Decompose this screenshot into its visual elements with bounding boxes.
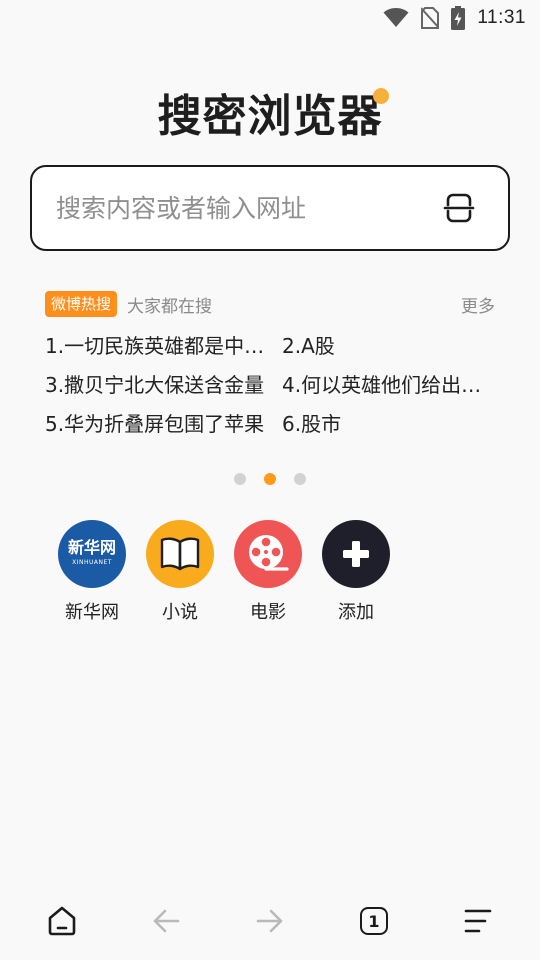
book-icon[interactable] (146, 520, 214, 588)
shortcut-movie[interactable]: 电影 (234, 520, 302, 624)
home-icon (48, 906, 76, 936)
hot-search-item[interactable]: 3.撒贝宁北大保送含金量 (45, 373, 282, 398)
tab-count: 1 (368, 911, 380, 931)
app-title: 搜密浏览器 (158, 80, 389, 144)
logo-dot-icon (372, 88, 389, 104)
plus-icon[interactable] (322, 520, 390, 588)
status-bar: 11:31 (0, 0, 540, 36)
hot-search-item[interactable]: 1.一切民族英雄都是中华民族的脊梁 (45, 334, 282, 359)
shortcut-grid: 新华网 XINHUANET 新华网 小说 电影 添加 (58, 520, 390, 624)
logo: 搜密浏览器 (0, 80, 540, 144)
status-time: 11:31 (477, 7, 526, 28)
no-sim-icon (421, 7, 440, 29)
shortcut-add[interactable]: 添加 (322, 520, 390, 624)
home-button[interactable] (32, 891, 92, 951)
xinhua-logo-icon[interactable]: 新华网 XINHUANET (58, 520, 126, 588)
hot-search-header: 微博热搜 大家都在搜 更多 (45, 290, 495, 318)
page-dot[interactable] (294, 473, 306, 485)
search-input[interactable] (54, 192, 442, 224)
scan-icon[interactable] (442, 191, 476, 225)
shortcut-label: 电影 (250, 602, 286, 623)
menu-button[interactable] (448, 891, 508, 951)
search-bar[interactable] (30, 165, 510, 251)
shortcut-label: 小说 (162, 602, 198, 623)
hot-search-panel: 微博热搜 大家都在搜 更多 1.一切民族英雄都是中华民族的脊梁 2.A股 3.撒… (45, 290, 495, 437)
tabs-button[interactable]: 1 (344, 891, 404, 951)
bottom-navigation: 1 (0, 882, 540, 960)
browser-home-screen: 11:31 搜密浏览器 微博热搜 大家都在搜 更多 1.一切民族英雄都是中华民族… (0, 0, 540, 960)
page-dot[interactable] (234, 473, 246, 485)
more-link[interactable]: 更多 (461, 292, 495, 317)
film-reel-icon[interactable] (234, 520, 302, 588)
hot-search-subtitle: 大家都在搜 (127, 296, 213, 317)
tabs-icon: 1 (360, 907, 388, 935)
back-arrow-icon (153, 909, 180, 933)
shortcut-label: 添加 (338, 602, 374, 623)
pagination-dots (0, 473, 540, 485)
hot-search-badge: 微博热搜 (45, 291, 118, 317)
shortcut-novel[interactable]: 小说 (146, 520, 214, 624)
battery-charging-icon (451, 6, 466, 30)
hot-search-item[interactable]: 5.华为折叠屏包围了苹果 (45, 412, 282, 437)
forward-button[interactable] (240, 891, 300, 951)
forward-arrow-icon (256, 909, 283, 933)
wifi-icon (383, 8, 409, 27)
hot-search-list: 1.一切民族英雄都是中华民族的脊梁 2.A股 3.撒贝宁北大保送含金量 4.何以… (45, 334, 495, 437)
shortcut-xinhua[interactable]: 新华网 XINHUANET 新华网 (58, 520, 126, 624)
shortcut-label: 新华网 (65, 602, 119, 623)
menu-icon (464, 909, 492, 933)
back-button[interactable] (136, 891, 196, 951)
page-dot-active[interactable] (264, 473, 276, 485)
hot-search-item[interactable]: 6.股市 (282, 412, 495, 437)
hot-search-item[interactable]: 2.A股 (282, 334, 495, 359)
hot-search-item[interactable]: 4.何以英雄他们给出答案 (282, 373, 495, 398)
